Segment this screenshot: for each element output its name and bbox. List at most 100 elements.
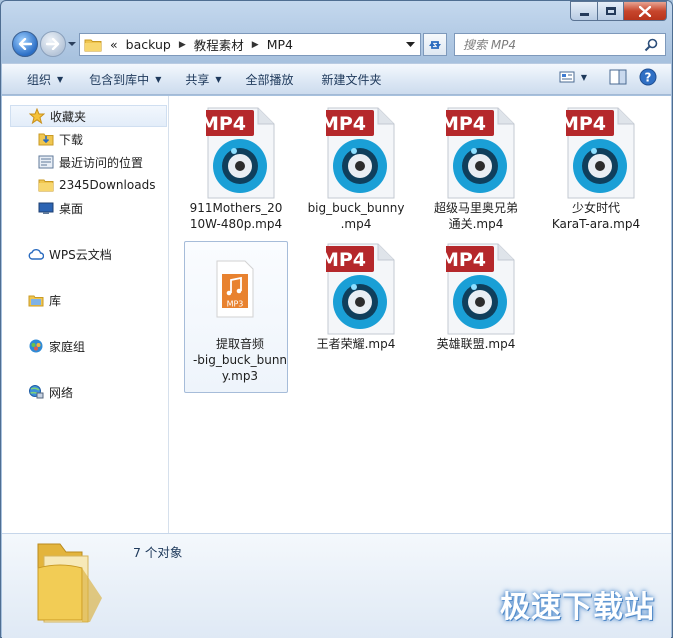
forward-button[interactable] [40,31,66,57]
svg-text:MP3: MP3 [227,300,244,309]
breadcrumb-separator-icon[interactable]: ▶ [252,40,259,50]
video-file-icon: MP4 [424,106,528,200]
nav-favorites[interactable]: 收藏夹 [10,105,167,127]
organize-label: 组织 [27,72,52,87]
search-input[interactable] [463,37,643,52]
arrow-right-icon [46,38,60,50]
nav-network-label: 网络 [49,385,74,400]
svg-text:MP4: MP4 [446,249,486,271]
file-list: MP4 911Mothers_20 10W-480p.mp4 MP4 big_b… [170,96,671,533]
nav-network[interactable]: 网络 [28,381,73,403]
video-file-icon: MP4 [304,242,408,336]
library-icon [28,292,44,308]
file-name: 超级马里奥兄弟 [433,201,518,215]
explorer-window: « backup ▶ 教程素材 ▶ MP4 组织 ▼ 包含到库中 ▼ 共享 ▼ 全部播… [0,0,673,638]
share-label: 共享 [185,72,210,87]
new-folder-label: 新建文件夹 [321,72,382,87]
close-icon [639,5,651,17]
nav-desktop-label: 桌面 [59,201,84,216]
nav-wps-cloud[interactable]: WPS云文档 [28,243,112,265]
item-count: 7 个对象 [133,545,183,560]
desktop-icon [38,200,54,216]
recent-places-icon [38,154,54,170]
search-box[interactable] [454,33,666,56]
file-item-mp4[interactable]: MP4 超级马里奥兄弟 通关.mp4 [424,106,528,232]
details-pane: 7 个对象 极速下载站 [2,533,671,638]
change-view-button[interactable]: ▼ [559,70,587,84]
network-icon [28,384,44,400]
organize-menu[interactable]: 组织 ▼ [20,67,70,91]
chevron-down-icon: ▼ [57,74,64,84]
share-menu[interactable]: 共享 ▼ [178,67,228,91]
nav-libraries[interactable]: 库 [28,289,61,311]
recent-pages-dropdown-icon[interactable] [67,39,77,49]
file-name: y.mp3 [221,369,259,383]
svg-text:MP4: MP4 [326,249,366,271]
maximize-button[interactable] [597,1,623,21]
view-options-icon [559,71,575,83]
svg-text:MP4: MP4 [446,113,486,135]
file-name: 少女时代 [571,201,620,215]
nav-2345downloads-label: 2345Downloads [59,178,156,192]
help-icon[interactable]: ? [639,68,657,86]
video-file-icon: MP4 [304,106,408,200]
nav-desktop[interactable]: 桌面 [38,197,83,219]
nav-wps-label: WPS云文档 [49,247,112,262]
navigation-row: « backup ▶ 教程素材 ▶ MP4 [1,29,672,59]
nav-recent-places[interactable]: 最近访问的位置 [38,151,143,173]
file-item-mp4[interactable]: MP4 英雄联盟.mp4 [424,242,528,352]
nav-favorites-label: 收藏夹 [50,109,87,124]
file-item-mp4[interactable]: MP4 王者荣耀.mp4 [304,242,408,352]
search-icon[interactable] [644,38,658,52]
preview-pane-icon[interactable] [609,69,627,85]
file-name: 王者荣耀.mp4 [316,337,396,351]
breadcrumb-tutorial-materials[interactable]: 教程素材 [194,35,244,54]
play-all-label: 全部播放 [245,72,294,87]
refresh-icon [429,40,441,49]
new-folder-button[interactable]: 新建文件夹 [315,67,389,91]
close-button[interactable] [623,1,667,21]
include-in-library-menu[interactable]: 包含到库中 ▼ [82,67,168,91]
file-item-mp4[interactable]: MP4 big_buck_bunny .mp4 [304,106,408,232]
file-name: -big_buck_bunn [192,353,288,367]
chevron-down-icon: ▼ [215,74,222,84]
minimize-icon [579,12,589,16]
file-name: 911Mothers_20 [189,201,283,215]
content-area: 收藏夹 下载 最近访问的位置 2345Downloads 桌面 WPS云文档 库… [2,96,671,533]
address-bar[interactable]: « backup ▶ 教程素材 ▶ MP4 [79,33,421,56]
nav-2345downloads[interactable]: 2345Downloads [38,174,155,196]
command-toolbar: 组织 ▼ 包含到库中 ▼ 共享 ▼ 全部播放 新建文件夹 ▼ ? [2,63,671,95]
nav-downloads[interactable]: 下载 [38,128,83,150]
nav-library-label: 库 [49,293,62,308]
svg-text:MP4: MP4 [566,113,606,135]
folder-icon [84,39,102,51]
breadcrumb-separator-icon[interactable]: ▶ [179,40,186,50]
nav-homegroup[interactable]: 家庭组 [28,335,85,357]
include-library-label: 包含到库中 [89,72,150,87]
video-file-icon: MP4 [424,242,528,336]
refresh-button[interactable] [423,33,447,56]
address-dropdown-icon[interactable] [406,41,415,49]
watermark-text: 极速下载站 [500,590,655,625]
file-name: KaraT-ara.mp4 [551,217,641,231]
play-all-button[interactable]: 全部播放 [239,67,301,91]
file-name: 10W-480p.mp4 [189,217,283,231]
address-prefix[interactable]: « [110,37,118,52]
video-file-icon: MP4 [184,106,288,200]
nav-homegroup-label: 家庭组 [49,339,86,354]
caption-buttons [570,1,667,21]
breadcrumb-mp4[interactable]: MP4 [267,37,293,52]
homegroup-icon [28,338,44,354]
chevron-down-icon: ▼ [155,74,162,84]
back-button[interactable] [12,31,38,57]
file-name: .mp4 [340,217,372,231]
folder-icon [38,177,54,193]
file-item-mp4[interactable]: MP4 911Mothers_20 10W-480p.mp4 [184,106,288,232]
navigation-pane: 收藏夹 下载 最近访问的位置 2345Downloads 桌面 WPS云文档 库… [2,96,169,533]
video-file-icon: MP4 [544,106,648,200]
nav-downloads-label: 下载 [59,132,84,147]
file-item-mp3-selected[interactable]: MP3 提取音频 -big_buck_bunn y.mp3 [184,241,292,393]
file-item-mp4[interactable]: MP4 少女时代 KaraT-ara.mp4 [544,106,648,232]
minimize-button[interactable] [570,1,597,21]
breadcrumb-backup[interactable]: backup [126,37,171,52]
